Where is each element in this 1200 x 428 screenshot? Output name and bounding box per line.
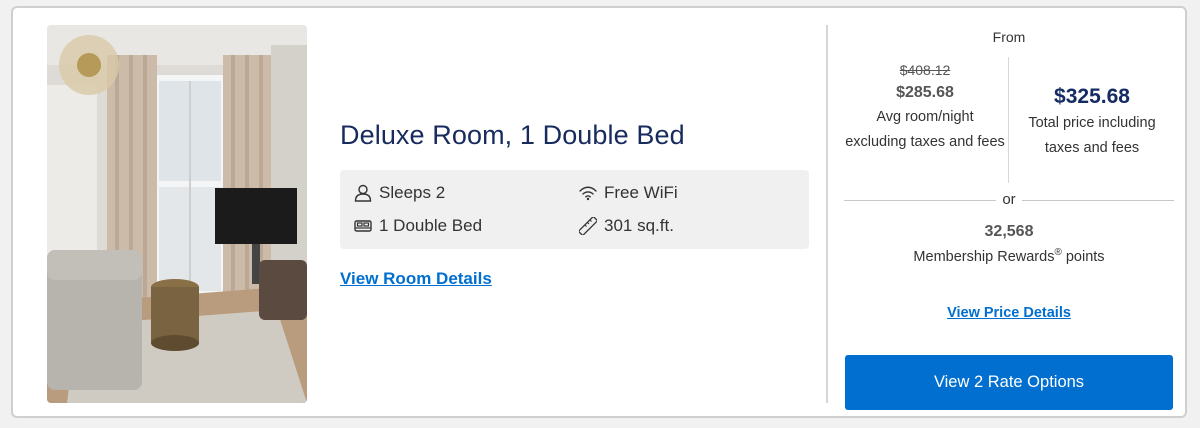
or-label: or <box>1002 191 1016 208</box>
view-price-details-link[interactable]: View Price Details <box>947 305 1071 321</box>
ruler-icon <box>578 216 598 236</box>
room-title: Deluxe Room, 1 Double Bed <box>340 120 685 150</box>
total-price-column: $325.68 Total price including taxes and … <box>1010 83 1174 161</box>
registered-mark: ® <box>1054 247 1062 258</box>
total-price: $325.68 <box>1054 85 1130 108</box>
amenity-size-label: 301 sq.ft. <box>604 216 674 235</box>
price-details-container: View Price Details <box>844 305 1174 321</box>
amenity-sleeps-label: Sleeps 2 <box>379 183 446 202</box>
person-icon <box>353 183 373 203</box>
or-line-left <box>844 200 996 201</box>
price-column-divider <box>1008 57 1009 183</box>
amenities-panel: Sleeps 2 1 Double Bed Free WiFi 301 sq.f… <box>340 170 809 249</box>
amenity-wifi-label: Free WiFi <box>604 183 678 202</box>
from-label: From <box>992 29 1026 45</box>
points-value: 32,568 <box>984 223 1034 240</box>
amenity-bed: 1 Double Bed <box>353 216 482 236</box>
or-separator: or <box>844 191 1174 211</box>
view-room-details-link[interactable]: View Room Details <box>340 269 492 289</box>
amenity-size: 301 sq.ft. <box>578 216 674 236</box>
amenity-sleeps: Sleeps 2 <box>353 183 445 203</box>
wifi-icon <box>578 183 598 203</box>
amenity-wifi: Free WiFi <box>578 183 678 203</box>
vertical-divider <box>826 25 828 403</box>
points-label: Membership Rewards® points <box>844 247 1174 265</box>
original-price: $408.12 <box>899 62 951 78</box>
points-label-suffix: points <box>1061 248 1105 265</box>
avg-price-column: $408.12 $285.68 Avg room/night excluding… <box>844 59 1006 155</box>
total-price-label: Total price including taxes and fees <box>1028 115 1156 156</box>
view-rate-options-button[interactable]: View 2 Rate Options <box>845 355 1173 410</box>
bed-icon <box>353 216 373 236</box>
points-label-main: Membership Rewards <box>913 248 1055 265</box>
or-line-right <box>1022 200 1174 201</box>
amenity-bed-label: 1 Double Bed <box>379 216 483 235</box>
avg-nightly-price: $285.68 <box>896 84 954 101</box>
avg-price-label: Avg room/night excluding taxes and fees <box>845 109 1005 150</box>
room-card: Deluxe Room, 1 Double Bed Sleeps 2 1 Dou… <box>11 6 1187 418</box>
room-photo[interactable] <box>47 25 307 403</box>
price-panel: From $408.12 $285.68 Avg room/night excl… <box>844 25 1174 410</box>
